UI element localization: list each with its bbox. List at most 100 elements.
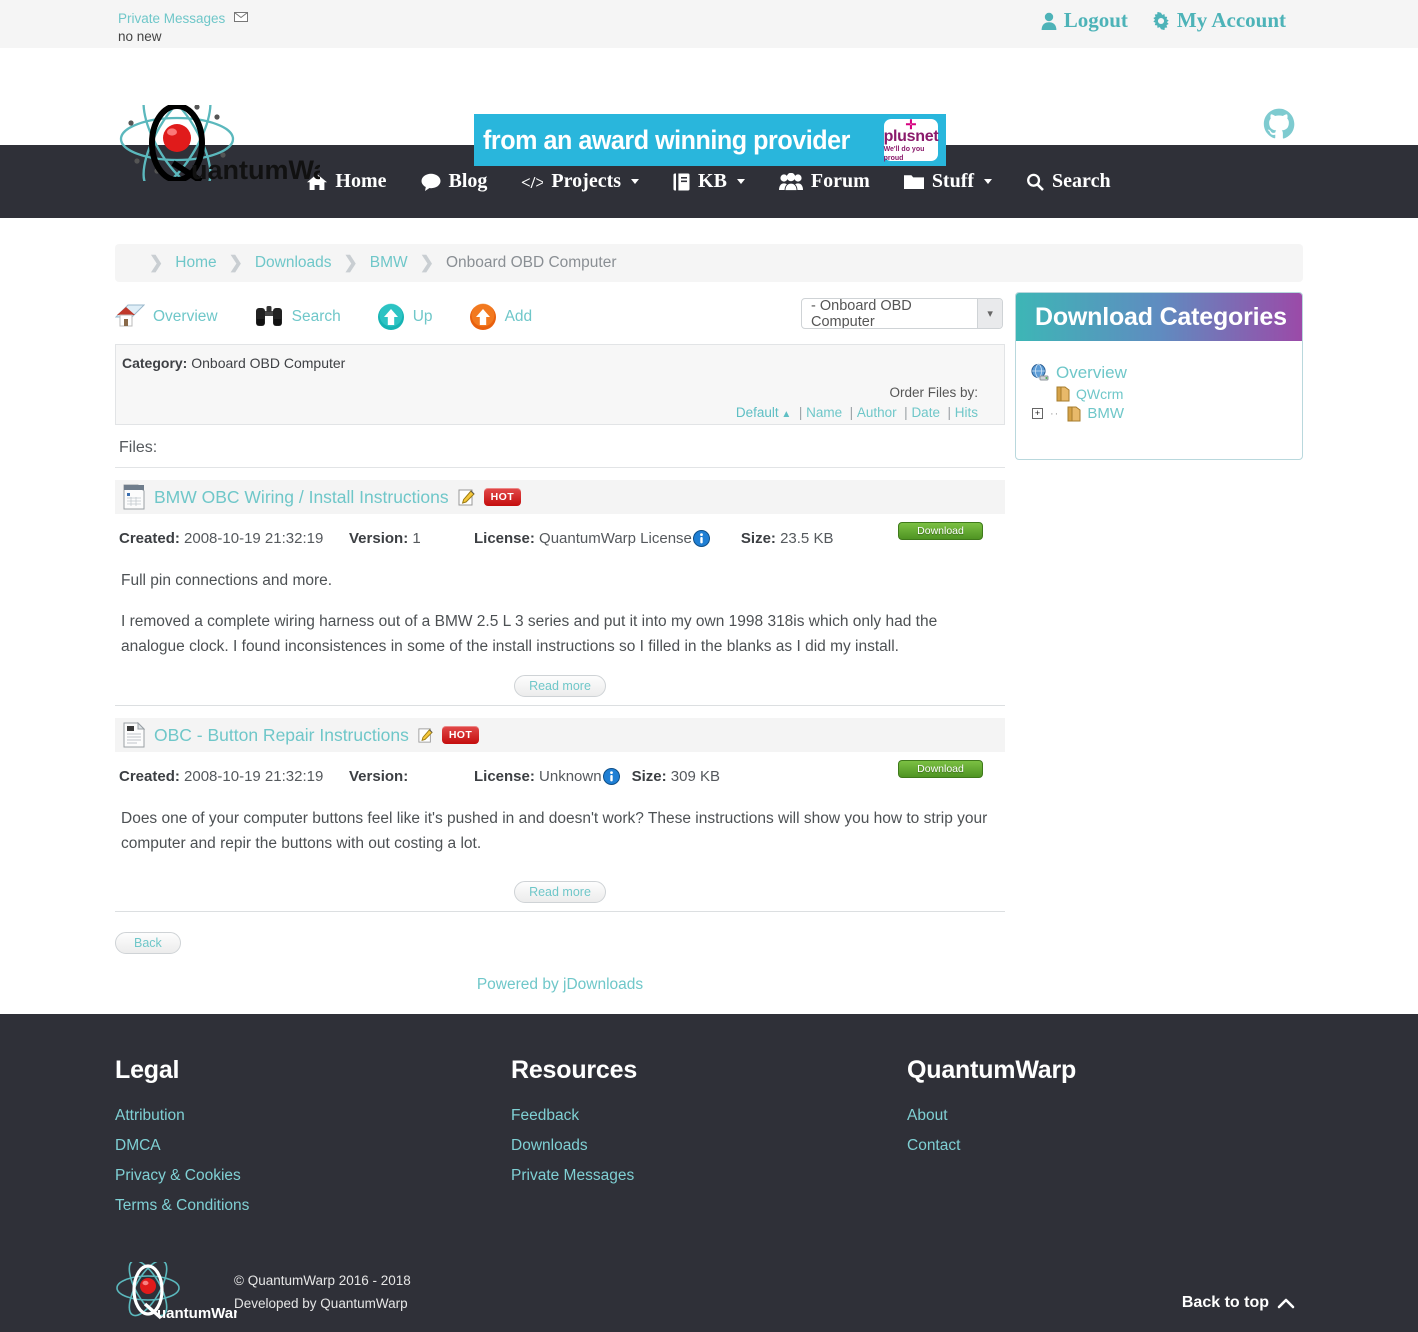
license-label: License: [474,768,535,786]
size-label: Size: [631,768,667,786]
footer-copyright: © QuantumWarp 2016 - 2018 [234,1273,411,1289]
module-title: Download Categories [1035,302,1287,331]
nav-item-projects[interactable]: </> Projects [504,170,656,193]
footer-developed-by: Developed by QuantumWarp [234,1296,408,1312]
created-value: 2008-10-19 21:32:19 [184,530,324,547]
logout-link[interactable]: Logout [1041,8,1128,33]
footer-columns: Legal Attribution DMCA Privacy & Cookies… [115,1056,1303,1227]
footer-link-dmca[interactable]: DMCA [115,1137,511,1155]
toolbar-search-label: Search [291,308,341,325]
file-meta: Created: 2008-10-19 21:32:19 Version: 1 … [115,514,1005,560]
site-logo[interactable]: uantumWarp [115,88,355,190]
my-account-link[interactable]: My Account [1152,8,1286,33]
binoculars-icon [254,305,284,329]
toolbar-overview-button[interactable]: Overview [114,304,218,330]
category-link[interactable]: BMW [1087,405,1124,422]
nav-item-search[interactable]: Search [1009,170,1128,193]
footer-link-private-messages[interactable]: Private Messages [511,1167,907,1185]
nav-item-kb[interactable]: KB [656,170,762,193]
nav-label: Blog [448,170,488,192]
document-icon [123,484,145,510]
nav-item-stuff[interactable]: Stuff [887,170,1009,193]
chevron-right-icon: ❯ [419,253,434,272]
code-icon: </> [521,173,545,192]
users-icon [778,172,803,191]
module-header: Download Categories [1016,293,1302,341]
github-icon[interactable] [1263,108,1295,144]
breadcrumb-item-downloads[interactable]: Downloads [255,254,332,272]
file-description-line-1: Does one of your computer buttons feel l… [121,810,988,853]
version-label: Version: [349,530,409,547]
order-files-label: Order Files by: [889,385,978,400]
created-label: Created: [119,530,180,547]
category-tree-item-overview[interactable]: Overview [1030,363,1288,383]
read-more-button[interactable]: Read more [514,675,606,698]
category-tree-item-qwcrm[interactable]: QWcrm [1030,386,1288,402]
file-entry: BMW OBC Wiring / Install Instructions HO… [115,480,1005,707]
nav-items: Home Blog </> Projects KB Forum Stuff Se… [290,170,1127,193]
breadcrumb-current: Onboard OBD Computer [445,254,617,271]
expand-plus-icon[interactable]: + [1032,408,1043,419]
tree-connector: ·· [1050,407,1060,420]
hot-badge: HOT [441,726,480,745]
file-size: Size: 23.5 KB [741,530,834,547]
folder-icon [1056,386,1070,402]
footer-link-downloads[interactable]: Downloads [511,1137,907,1155]
size-value: 309 KB [670,768,720,786]
advertisement-banner[interactable]: from an award winning provider ✛ plusnet… [474,114,946,166]
created-value: 2008-10-19 21:32:19 [184,768,324,786]
footer-link-privacy[interactable]: Privacy & Cookies [115,1167,511,1185]
download-button[interactable]: Download [898,760,983,779]
order-default-link[interactable]: Default [736,405,779,420]
order-name-link[interactable]: Name [806,405,842,420]
envelope-icon [234,11,249,26]
private-messages-link[interactable]: Private Messages [118,11,225,26]
edit-pencil-icon[interactable] [418,728,433,743]
sidebar: Download Categories Overview QWcrm + ·· … [1015,292,1303,1014]
category-link[interactable]: Overview [1056,363,1127,383]
download-button[interactable]: Download [898,522,983,540]
book-icon [673,173,690,191]
footer-link-about[interactable]: About [907,1107,1303,1125]
breadcrumb-item-home[interactable]: Home [175,254,216,272]
footer-link-contact[interactable]: Contact [907,1137,1303,1155]
toolbar-add-button[interactable]: Add [469,303,533,331]
footer-link-feedback[interactable]: Feedback [511,1107,907,1125]
file-title-link[interactable]: BMW OBC Wiring / Install Instructions [154,487,449,508]
search-icon [1026,173,1044,191]
footer-column-resources: Resources Feedback Downloads Private Mes… [511,1056,907,1227]
order-hits-link[interactable]: Hits [955,405,978,420]
license-value: Unknown [539,768,602,786]
nav-item-forum[interactable]: Forum [762,170,887,193]
file-description-line-2: I removed a complete wiring harness out … [121,613,938,656]
toolbar-search-button[interactable]: Search [254,305,341,329]
back-button[interactable]: Back [115,931,181,954]
category-tree-item-bmw[interactable]: + ·· BMW [1030,405,1288,422]
category-select[interactable]: - Onboard OBD Computer ▾ [801,298,1003,329]
chevron-down-icon [736,179,745,184]
order-author-link[interactable]: Author [857,405,897,420]
breadcrumb-item-bmw[interactable]: BMW [370,254,408,272]
logout-label: Logout [1063,8,1128,32]
footer-link-attribution[interactable]: Attribution [115,1107,511,1125]
file-title-link[interactable]: OBC - Button Repair Instructions [154,725,409,746]
footer-link-terms[interactable]: Terms & Conditions [115,1197,511,1215]
nav-item-blog[interactable]: Blog [404,170,505,193]
my-account-label: My Account [1176,8,1286,32]
back-to-top-link[interactable]: Back to top [1182,1294,1295,1312]
nav-label: Home [335,170,387,192]
info-icon[interactable] [602,768,620,786]
toolbar-up-button[interactable]: Up [377,303,433,331]
edit-pencil-icon[interactable] [458,489,475,506]
order-date-link[interactable]: Date [911,405,940,420]
nav-label: KB [698,170,727,192]
created-label: Created: [119,768,180,786]
house-overview-icon [114,304,146,330]
read-more-wrap: Read more [115,880,1005,912]
toolbar-add-label: Add [504,308,533,325]
file-header: OBC - Button Repair Instructions HOT [115,718,1005,753]
category-link[interactable]: QWcrm [1076,386,1123,402]
read-more-button[interactable]: Read more [514,880,606,903]
file-description: Full pin connections and more. I removed… [115,560,995,659]
info-icon[interactable] [692,530,710,547]
